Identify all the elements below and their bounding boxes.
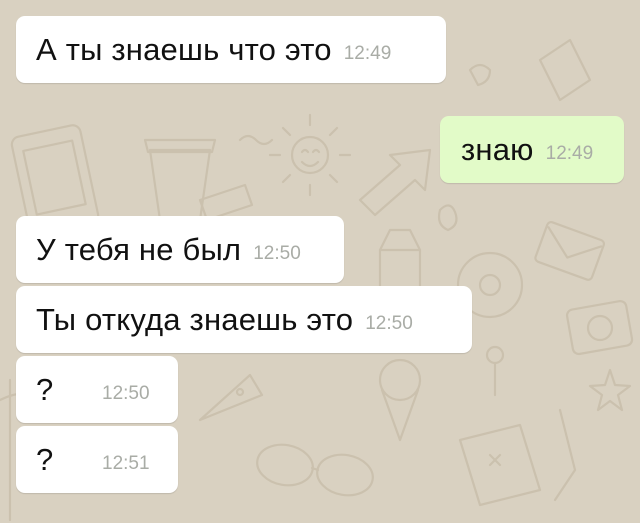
- message-timestamp: 12:50: [365, 312, 413, 334]
- message-timestamp: 12:49: [545, 142, 594, 164]
- message-bubble-incoming[interactable]: Ты откуда знаешь это 12:50: [16, 286, 472, 353]
- message-text: А ты знаешь что это: [36, 31, 332, 67]
- message-timestamp: 12:50: [253, 242, 301, 264]
- message-text: Ты откуда знаешь это: [36, 301, 354, 337]
- message-timestamp: 12:49: [343, 42, 392, 64]
- message-text: ?: [36, 441, 54, 477]
- message-bubble-incoming[interactable]: ? 12:50: [16, 356, 178, 423]
- message-timestamp: 12:50: [102, 382, 150, 404]
- message-timestamp: 12:51: [102, 452, 150, 474]
- message-bubble-incoming[interactable]: А ты знаешь что это 12:49: [16, 16, 446, 83]
- message-text: У тебя не был: [36, 231, 242, 267]
- message-bubble-outgoing[interactable]: знаю 12:49: [440, 116, 624, 183]
- message-text: ?: [36, 371, 54, 407]
- message-bubble-incoming[interactable]: ? 12:51: [16, 426, 178, 493]
- message-bubble-incoming[interactable]: У тебя не был 12:50: [16, 216, 344, 283]
- message-text: знаю: [461, 131, 534, 167]
